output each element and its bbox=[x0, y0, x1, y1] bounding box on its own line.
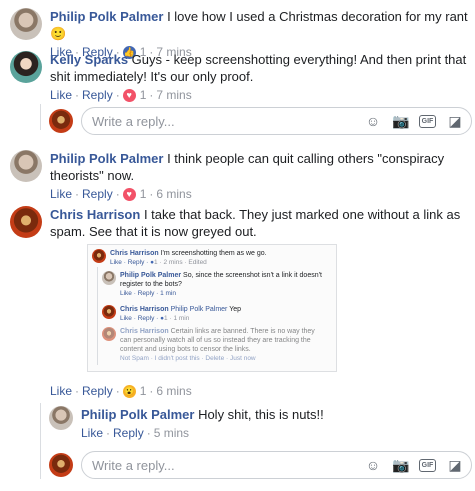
comment-author[interactable]: Philip Polk Palmer bbox=[50, 9, 163, 24]
like-link[interactable]: Like bbox=[50, 186, 72, 202]
timestamp[interactable]: 6 mins bbox=[156, 383, 191, 399]
comment: Chris Harrison I take that back. They ju… bbox=[10, 206, 470, 240]
thread-line bbox=[40, 104, 41, 130]
thread-line bbox=[40, 403, 41, 479]
avatar bbox=[102, 305, 116, 319]
comment-author: Chris Harrison bbox=[110, 250, 159, 257]
comment: Kelly Sparks Guys - keep screenshotting … bbox=[10, 51, 470, 103]
screenshot-comment: Chris Harrison Philip Polk Palmer Yep Li… bbox=[102, 305, 324, 323]
comment-author: Chris Harrison bbox=[120, 328, 169, 335]
like-link[interactable]: Like bbox=[50, 87, 72, 103]
separator: · bbox=[75, 384, 80, 398]
love-reaction-icon[interactable]: ♥ bbox=[122, 187, 136, 201]
separator: · bbox=[149, 384, 154, 398]
separator: · bbox=[106, 426, 111, 440]
avatar bbox=[102, 327, 116, 341]
comment-text: Yep bbox=[229, 306, 242, 313]
like-link[interactable]: Like bbox=[50, 383, 72, 399]
reply-link[interactable]: Reply bbox=[113, 425, 144, 441]
screenshot-comment: Philip Polk Palmer So, since the screens… bbox=[102, 271, 324, 298]
smiley-icon[interactable]: ☺ bbox=[365, 113, 381, 129]
reply-comment: Philip Polk Palmer Holy shit, this is nu… bbox=[49, 406, 324, 441]
reply-placeholder: Write a reply... bbox=[92, 457, 175, 473]
comment: Philip Polk Palmer I think people can qu… bbox=[10, 150, 470, 202]
timestamp[interactable]: 7 mins bbox=[156, 87, 191, 103]
reply-composer: Write a reply... ☺ 📷 GIF ◪ bbox=[49, 451, 472, 479]
comment-meta: Like · Reply · 😮 1 · 6 mins bbox=[50, 383, 192, 399]
comment-meta: Like · Reply · bbox=[110, 259, 151, 266]
avatar[interactable] bbox=[10, 150, 42, 182]
avatar bbox=[92, 249, 106, 263]
gif-icon[interactable]: GIF bbox=[419, 114, 436, 128]
avatar[interactable] bbox=[10, 206, 42, 238]
sticker-icon[interactable]: ◪ bbox=[447, 113, 463, 129]
reply-composer: Write a reply... ☺ 📷 GIF ◪ bbox=[49, 107, 472, 135]
separator: · bbox=[146, 426, 151, 440]
avatar bbox=[49, 109, 73, 133]
comment-author: Chris Harrison bbox=[120, 306, 169, 313]
screenshot-comment: Chris Harrison I'm screenshotting them a… bbox=[92, 249, 328, 267]
mention: Philip Polk Palmer bbox=[170, 306, 228, 313]
separator: · bbox=[149, 187, 154, 201]
comment-author[interactable]: Philip Polk Palmer bbox=[50, 151, 163, 166]
avatar[interactable] bbox=[10, 8, 42, 40]
comment-author: Philip Polk Palmer bbox=[120, 272, 182, 279]
wow-reaction-icon[interactable]: 😮 bbox=[122, 384, 136, 398]
separator: · bbox=[149, 88, 154, 102]
timestamp[interactable]: 6 mins bbox=[156, 186, 191, 202]
comment-meta: Like · Reply · bbox=[120, 315, 161, 322]
love-reaction-icon[interactable]: ♥ bbox=[122, 88, 136, 102]
smiley-icon[interactable]: ☺ bbox=[365, 457, 381, 473]
comment-author[interactable]: Kelly Sparks bbox=[50, 52, 128, 67]
separator: · bbox=[115, 88, 120, 102]
timestamp: · 2 mins · Edited bbox=[157, 259, 207, 266]
reaction-count[interactable]: 1 bbox=[140, 186, 147, 202]
reply-input[interactable]: Write a reply... ☺ 📷 GIF ◪ bbox=[81, 451, 472, 479]
separator: · bbox=[115, 187, 120, 201]
timestamp: · 1 min bbox=[167, 315, 190, 322]
sticker-icon[interactable]: ◪ bbox=[447, 457, 463, 473]
avatar[interactable] bbox=[49, 406, 73, 430]
avatar bbox=[49, 453, 73, 477]
comment-meta: Like · Reply · 1 min bbox=[120, 290, 176, 297]
reply-link[interactable]: Reply bbox=[82, 186, 113, 202]
like-link[interactable]: Like bbox=[81, 425, 103, 441]
screenshot-comment-greyed: Chris Harrison Certain links are banned.… bbox=[102, 327, 324, 363]
attached-screenshot[interactable]: Chris Harrison I'm screenshotting them a… bbox=[87, 244, 337, 372]
comment-meta: Not Spam · I didn't post this · Delete ·… bbox=[120, 355, 256, 362]
separator: · bbox=[115, 384, 120, 398]
reply-link[interactable]: Reply bbox=[82, 87, 113, 103]
camera-icon[interactable]: 📷 bbox=[392, 457, 409, 473]
avatar[interactable] bbox=[10, 51, 42, 83]
timestamp[interactable]: 5 mins bbox=[154, 425, 189, 441]
comment-author[interactable]: Philip Polk Palmer bbox=[81, 407, 194, 422]
comment-text: Holy shit, this is nuts!! bbox=[198, 407, 324, 422]
separator: · bbox=[75, 88, 80, 102]
comment-author[interactable]: Chris Harrison bbox=[50, 207, 140, 222]
reply-link[interactable]: Reply bbox=[82, 383, 113, 399]
reply-placeholder: Write a reply... bbox=[92, 113, 175, 129]
camera-icon[interactable]: 📷 bbox=[392, 113, 409, 129]
reaction-count[interactable]: 1 bbox=[140, 87, 147, 103]
reply-input[interactable]: Write a reply... ☺ 📷 GIF ◪ bbox=[81, 107, 472, 135]
comment-text: I'm screenshotting them as we go. bbox=[160, 250, 267, 257]
gif-icon[interactable]: GIF bbox=[419, 458, 436, 472]
thread-line bbox=[97, 267, 98, 365]
avatar bbox=[102, 271, 116, 285]
reaction-count[interactable]: 1 bbox=[140, 383, 147, 399]
separator: · bbox=[75, 187, 80, 201]
